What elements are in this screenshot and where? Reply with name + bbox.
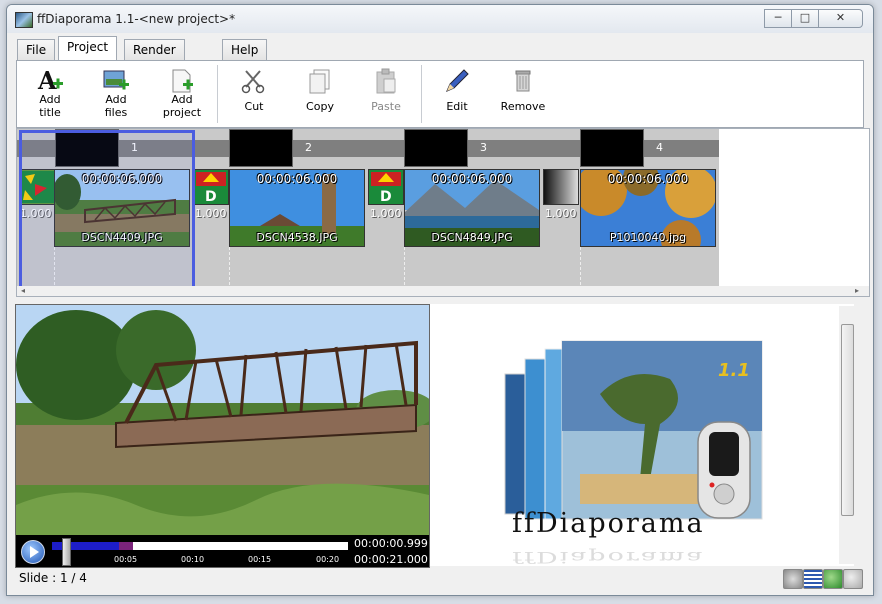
selected-slide-highlight bbox=[19, 130, 195, 289]
zoom-in-button[interactable] bbox=[823, 569, 843, 589]
progress-track[interactable] bbox=[52, 542, 348, 550]
add-files-icon bbox=[103, 70, 129, 90]
info-pane-scrollbar[interactable] bbox=[839, 306, 855, 564]
tab-file[interactable]: File bbox=[17, 39, 56, 60]
add-project-label: Add project bbox=[162, 93, 202, 119]
slide-2-filename: DSCN4538.JPG bbox=[256, 231, 338, 244]
slide-2-music-block bbox=[229, 129, 293, 167]
copy-label: Copy bbox=[306, 100, 334, 113]
timeline-track: 1 1.000 00:00:06.000 DSCN4409.JPG 2 D 1.… bbox=[17, 129, 719, 289]
scrollbar-thumb[interactable] bbox=[841, 324, 854, 516]
slide-3-number: 3 bbox=[480, 141, 487, 154]
edit-button[interactable]: Edit bbox=[426, 61, 488, 127]
transition-icon: D bbox=[196, 172, 226, 205]
slide-3-music-block bbox=[404, 129, 468, 167]
scroll-right-arrow[interactable]: ▸ bbox=[855, 286, 859, 295]
slide-4-number: 4 bbox=[656, 141, 663, 154]
slide-3-duration: 00:00:06.000 bbox=[431, 172, 513, 186]
add-project-button[interactable]: Add project bbox=[151, 61, 213, 127]
svg-text:1.1: 1.1 bbox=[718, 360, 750, 381]
grid-view-button[interactable] bbox=[803, 569, 823, 589]
timeline[interactable]: 1 1.000 00:00:06.000 DSCN4409.JPG 2 D 1.… bbox=[16, 128, 870, 297]
slide-4-duration: 00:00:06.000 bbox=[607, 172, 689, 186]
tick-label: 00:15 bbox=[248, 555, 272, 564]
scroll-left-arrow[interactable]: ◂ bbox=[21, 286, 25, 295]
svg-text:ffDiaporama: ffDiaporama bbox=[512, 547, 705, 566]
player-controls: 00:05 00:10 00:15 00:20 00:00:00.999 00:… bbox=[16, 535, 429, 567]
transition-icon: D bbox=[371, 172, 401, 205]
add-project-icon bbox=[172, 69, 193, 93]
paste-icon bbox=[376, 68, 396, 94]
slide-4-thumbnail[interactable]: 00:00:06.000 P1010040.jpg bbox=[580, 169, 716, 247]
slot-divider bbox=[404, 247, 406, 285]
slide-2-number: 2 bbox=[305, 141, 312, 154]
tick-label: 00:10 bbox=[181, 555, 205, 564]
play-button[interactable] bbox=[21, 540, 45, 564]
status-slide-counter: Slide : 1 / 4 bbox=[19, 571, 87, 585]
slide-2-thumbnail[interactable]: 00:00:06.000 DSCN4538.JPG bbox=[229, 169, 365, 247]
add-title-label: Add title bbox=[39, 93, 61, 119]
ffdiaporama-logo: 1.1 ffDiaporama ffDiaporama bbox=[504, 340, 763, 566]
minimize-button[interactable]: ─ bbox=[764, 9, 792, 28]
ribbon-toolbar: A Add title Add files Add project Cut Co… bbox=[16, 60, 864, 128]
slide-4-music-block bbox=[580, 129, 644, 167]
add-title-button[interactable]: A Add title bbox=[19, 61, 81, 127]
preview-image bbox=[16, 305, 429, 535]
scissors-icon bbox=[241, 70, 265, 94]
pencil-icon bbox=[446, 69, 469, 92]
slot-divider bbox=[580, 247, 582, 285]
preview-player: 00:05 00:10 00:15 00:20 00:00:00.999 00:… bbox=[15, 304, 430, 568]
window-title: ffDiaporama 1.1-<new project>* bbox=[37, 12, 236, 26]
tab-help[interactable]: Help bbox=[222, 39, 268, 60]
remove-button[interactable]: Remove bbox=[492, 61, 554, 127]
maximize-button[interactable]: □ bbox=[791, 9, 819, 28]
app-window: ffDiaporama 1.1-<new project>* ─ □ ✕ Fil… bbox=[6, 4, 874, 596]
slide-3-transition[interactable]: D bbox=[368, 169, 404, 205]
add-files-label: Add files bbox=[104, 93, 128, 119]
toolbar-separator bbox=[217, 65, 218, 123]
copy-icon bbox=[309, 69, 330, 94]
close-button[interactable]: ✕ bbox=[818, 9, 863, 28]
slide-3-thumbnail[interactable]: 00:00:06.000 DSCN4849.JPG bbox=[404, 169, 540, 247]
svg-text:D: D bbox=[205, 189, 217, 204]
progress-handle[interactable] bbox=[62, 538, 71, 566]
tab-render-video[interactable]: Render video bbox=[124, 39, 185, 77]
slide-3-filename: DSCN4849.JPG bbox=[431, 231, 513, 244]
total-time: 00:00:21.000 bbox=[354, 553, 428, 566]
svg-text:A: A bbox=[37, 67, 57, 95]
svg-text:ffDiaporama: ffDiaporama bbox=[512, 508, 705, 539]
add-title-icon: A bbox=[37, 67, 63, 95]
svg-text:D: D bbox=[380, 189, 392, 204]
paste-label: Paste bbox=[371, 100, 401, 113]
tab-project[interactable]: Project bbox=[58, 36, 118, 61]
toolbar-separator bbox=[421, 65, 422, 123]
zoom-out-button[interactable] bbox=[843, 569, 863, 589]
slot-divider bbox=[229, 247, 231, 285]
app-icon bbox=[15, 12, 33, 28]
play-mode-button[interactable] bbox=[783, 569, 803, 589]
slide-2-duration: 00:00:06.000 bbox=[256, 172, 338, 186]
cut-button[interactable]: Cut bbox=[223, 61, 285, 127]
title-bar: ffDiaporama 1.1-<new project>* ─ □ ✕ bbox=[7, 5, 873, 33]
copy-button[interactable]: Copy bbox=[289, 61, 351, 127]
timeline-horizontal-scrollbar[interactable]: ◂ ▸ bbox=[17, 286, 869, 296]
tick-label: 00:20 bbox=[316, 555, 340, 564]
slide-4-transition[interactable] bbox=[543, 169, 579, 205]
add-files-button[interactable]: Add files bbox=[85, 61, 147, 127]
slide-4-filename: P1010040.jpg bbox=[609, 231, 687, 244]
paste-button[interactable]: Paste bbox=[355, 61, 417, 127]
cut-label: Cut bbox=[244, 100, 264, 113]
current-time: 00:00:00.999 bbox=[354, 537, 428, 550]
tick-label: 00:05 bbox=[114, 555, 138, 564]
progress-marker bbox=[119, 542, 133, 550]
edit-label: Edit bbox=[446, 100, 468, 113]
slide-3-transition-duration: 1.000 bbox=[370, 207, 402, 220]
slide-2-transition[interactable]: D bbox=[193, 169, 229, 205]
trash-icon bbox=[515, 70, 531, 92]
slide-4-transition-duration: 1.000 bbox=[545, 207, 577, 220]
slide-2-transition-duration: 1.000 bbox=[195, 207, 227, 220]
info-pane: 1.1 ffDiaporama ffDiaporama bbox=[430, 304, 854, 566]
remove-label: Remove bbox=[500, 100, 546, 113]
